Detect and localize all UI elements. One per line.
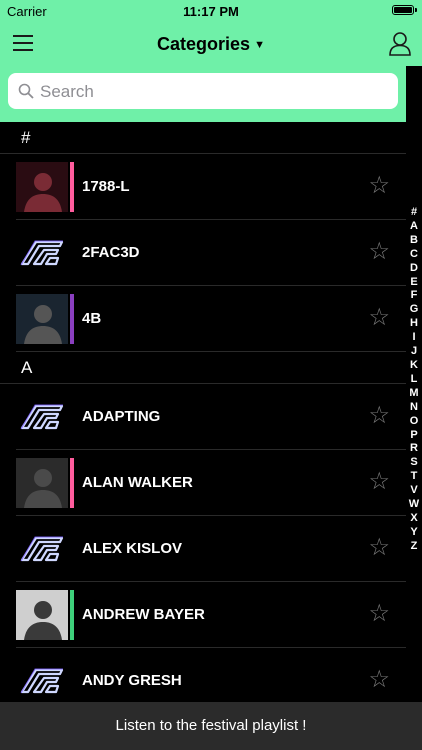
section-index[interactable]: # A B C D E F G H I J K L M N O P R S T V W X Y Z bbox=[406, 206, 422, 554]
favorite-star-icon[interactable]: ☆ bbox=[368, 668, 390, 692]
index-letter[interactable]: P bbox=[406, 429, 422, 443]
caret-down-icon: ▼ bbox=[254, 39, 265, 51]
artist-row[interactable]: ANDREW BAYER ☆ bbox=[16, 582, 406, 648]
search-icon bbox=[18, 83, 34, 99]
favorite-star-icon[interactable]: ☆ bbox=[368, 470, 390, 494]
index-letter[interactable]: K bbox=[406, 359, 422, 373]
favorite-star-icon[interactable]: ☆ bbox=[368, 174, 390, 198]
artist-name: ADAPTING bbox=[82, 408, 161, 425]
artist-name: ANDREW BAYER bbox=[82, 606, 205, 623]
festival-logo-icon bbox=[16, 524, 68, 574]
index-letter[interactable]: O bbox=[406, 415, 422, 429]
artist-row[interactable]: 4B ☆ bbox=[16, 286, 406, 352]
search-input[interactable] bbox=[38, 73, 392, 111]
user-icon[interactable] bbox=[389, 32, 411, 56]
favorite-star-icon[interactable]: ☆ bbox=[368, 306, 390, 330]
artist-row[interactable]: 1788-L ☆ bbox=[16, 154, 406, 220]
favorite-star-icon[interactable]: ☆ bbox=[368, 536, 390, 560]
nav-bar: Categories ▼ bbox=[0, 22, 422, 66]
index-letter[interactable]: A bbox=[406, 220, 422, 234]
category-accent-bar bbox=[70, 162, 74, 212]
index-letter[interactable]: B bbox=[406, 234, 422, 248]
index-letter[interactable]: H bbox=[406, 317, 422, 331]
artist-photo bbox=[16, 590, 68, 640]
artist-row[interactable]: ADAPTING ☆ bbox=[16, 384, 406, 450]
favorite-star-icon[interactable]: ☆ bbox=[368, 602, 390, 626]
artist-photo bbox=[16, 162, 68, 212]
artist-name: 1788-L bbox=[82, 178, 130, 195]
festival-logo-icon bbox=[16, 656, 68, 702]
index-letter[interactable]: R bbox=[406, 442, 422, 456]
category-accent-bar bbox=[70, 590, 74, 640]
page-title: Categories bbox=[157, 34, 251, 54]
index-letter[interactable]: Y bbox=[406, 526, 422, 540]
index-letter[interactable]: V bbox=[406, 484, 422, 498]
artist-name: ANDY GRESH bbox=[82, 672, 182, 689]
artist-photo bbox=[16, 458, 68, 508]
index-letter[interactable]: L bbox=[406, 373, 422, 387]
index-letter[interactable]: I bbox=[406, 331, 422, 345]
artist-photo bbox=[16, 294, 68, 344]
index-letter[interactable]: Z bbox=[406, 540, 422, 554]
index-letter[interactable]: E bbox=[406, 276, 422, 290]
artist-row[interactable]: ANDY GRESH ☆ bbox=[16, 648, 406, 702]
index-letter[interactable]: C bbox=[406, 248, 422, 262]
category-accent-bar bbox=[70, 294, 74, 344]
section-header: # bbox=[0, 122, 406, 154]
section-header: A bbox=[0, 352, 406, 384]
status-bar: Carrier 11:17 PM bbox=[0, 0, 422, 22]
artist-name: 2FAC3D bbox=[82, 244, 140, 261]
index-letter[interactable]: T bbox=[406, 470, 422, 484]
index-letter[interactable]: # bbox=[406, 206, 422, 220]
index-letter[interactable]: M bbox=[406, 387, 422, 401]
artist-row[interactable]: ALAN WALKER ☆ bbox=[16, 450, 406, 516]
artist-name: 4B bbox=[82, 310, 102, 327]
index-letter[interactable]: G bbox=[406, 303, 422, 317]
clock: 11:17 PM bbox=[183, 4, 239, 19]
artist-row[interactable]: ALEX KISLOV ☆ bbox=[16, 516, 406, 582]
index-letter[interactable]: F bbox=[406, 289, 422, 303]
index-letter[interactable]: X bbox=[406, 512, 422, 526]
artist-list: #1788-L ☆ 2FAC3D ☆ 4B ☆ A ADAPTING ☆ ALAN WALKER ☆… bbox=[0, 122, 406, 702]
index-letter[interactable]: J bbox=[406, 345, 422, 359]
battery-icon bbox=[392, 5, 417, 15]
search-bar bbox=[0, 66, 406, 122]
artist-name: ALAN WALKER bbox=[82, 474, 193, 491]
search-field[interactable] bbox=[8, 73, 398, 111]
favorite-star-icon[interactable]: ☆ bbox=[368, 240, 390, 264]
favorite-star-icon[interactable]: ☆ bbox=[368, 404, 390, 428]
festival-logo-icon bbox=[16, 392, 68, 442]
artist-row[interactable]: 2FAC3D ☆ bbox=[16, 220, 406, 286]
index-letter[interactable]: W bbox=[406, 498, 422, 512]
index-letter[interactable]: D bbox=[406, 262, 422, 276]
playlist-button[interactable]: Listen to the festival playlist ! bbox=[0, 702, 422, 750]
categories-dropdown[interactable]: Categories ▼ bbox=[0, 34, 422, 55]
index-letter[interactable]: S bbox=[406, 456, 422, 470]
index-letter[interactable]: N bbox=[406, 401, 422, 415]
playlist-label: Listen to the festival playlist ! bbox=[115, 717, 307, 734]
category-accent-bar bbox=[70, 458, 74, 508]
festival-logo-icon bbox=[16, 228, 68, 278]
artist-name: ALEX KISLOV bbox=[82, 540, 183, 557]
